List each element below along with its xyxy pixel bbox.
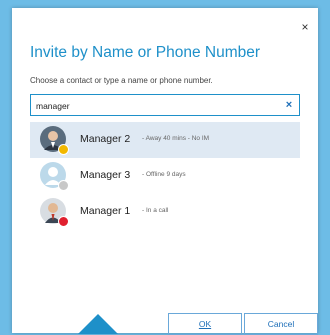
contact-name: Manager 3 (80, 169, 131, 181)
presence-busy-icon (58, 216, 69, 227)
contact-status: - In a call (142, 207, 169, 214)
list-item[interactable]: Manager 2 - Away 40 mins - No IM (30, 122, 300, 158)
cancel-button[interactable]: Cancel (244, 313, 318, 335)
instruction-text: Choose a contact or type a name or phone… (30, 76, 213, 85)
search-input[interactable] (36, 99, 271, 113)
contact-status: - Away 40 mins - No IM (142, 135, 210, 142)
results-list: Manager 2 - Away 40 mins - No IM Manager… (30, 122, 300, 230)
invite-dialog: × Invite by Name or Phone Number Choose … (12, 8, 318, 335)
callout-pointer (78, 314, 118, 334)
contact-status: - Offline 9 days (142, 171, 186, 178)
contact-name: Manager 2 (80, 133, 131, 145)
presence-away-icon (58, 144, 69, 155)
list-item[interactable]: Manager 1 - In a call (30, 194, 300, 230)
search-box: × (30, 94, 300, 116)
ok-button[interactable]: OK (168, 313, 242, 335)
dialog-title: Invite by Name or Phone Number (30, 44, 261, 61)
presence-offline-icon (58, 180, 69, 191)
list-item[interactable]: Manager 3 - Offline 9 days (30, 158, 300, 194)
clear-search-icon[interactable]: × (281, 97, 297, 113)
contact-name: Manager 1 (80, 205, 131, 217)
close-icon[interactable]: × (298, 20, 312, 34)
